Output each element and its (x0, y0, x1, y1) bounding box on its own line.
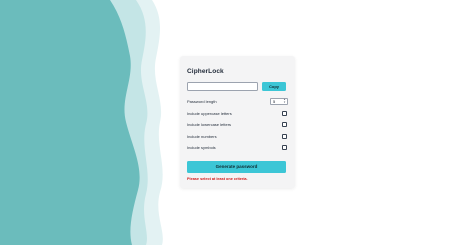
symbols-label: Include symbols (187, 145, 216, 150)
password-length-label: Password length (187, 99, 217, 104)
password-generator-card: CipherLock Copy Password length 5 ▲ ▼ Inc… (180, 56, 295, 188)
numbers-option-row: Include numbers (187, 133, 288, 140)
lowercase-checkbox[interactable] (281, 121, 287, 127)
password-length-row: Password length 5 ▲ ▼ (187, 98, 288, 105)
password-length-stepper[interactable]: 5 ▲ ▼ (270, 98, 288, 105)
lowercase-label: Include lowercase letters (187, 122, 232, 127)
symbols-option-row: Include symbols (187, 144, 288, 151)
symbols-checkbox[interactable] (281, 144, 287, 150)
numbers-checkbox[interactable] (281, 133, 287, 139)
generated-password-field[interactable] (187, 82, 258, 91)
uppercase-option-row: Include uppercase letters (187, 110, 288, 117)
uppercase-checkbox[interactable] (281, 110, 287, 116)
wave-layer-teal (0, 0, 140, 245)
copy-button[interactable]: Copy (262, 82, 286, 91)
password-length-value: 5 (273, 99, 276, 104)
numbers-label: Include numbers (187, 134, 217, 139)
error-message: Please select at least one criteria. (187, 177, 248, 181)
app-window: CipherLock Copy Password length 5 ▲ ▼ Inc… (0, 0, 474, 245)
app-title: CipherLock (187, 68, 224, 75)
lowercase-option-row: Include lowercase letters (187, 121, 288, 128)
generate-password-button[interactable]: Generate password (187, 161, 286, 173)
uppercase-label: Include uppercase letters (187, 111, 232, 116)
spin-arrows-icon[interactable]: ▲ ▼ (283, 98, 286, 104)
